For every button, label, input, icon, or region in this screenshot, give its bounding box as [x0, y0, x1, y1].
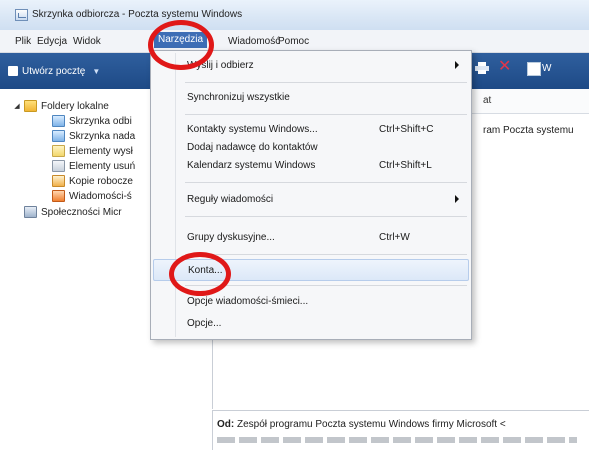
from-label: Od:	[217, 419, 235, 430]
tree-label: Wiadomości-ś	[69, 190, 132, 202]
menu-item-options[interactable]: Opcje...	[153, 313, 469, 335]
tree-label: Skrzynka odbi	[69, 115, 132, 127]
menu-item-shortcut: Ctrl+W	[379, 232, 410, 243]
tree-local-folders[interactable]: ◢ Foldery lokalne	[14, 99, 109, 113]
deleted-items-icon	[52, 160, 65, 172]
window-icon[interactable]	[527, 62, 541, 76]
menu-item-calendar[interactable]: Kalendarz systemu Windows Ctrl+Shift+L	[153, 155, 469, 177]
printer-icon[interactable]	[475, 62, 489, 74]
tree-communities[interactable]: Społeczności Micr	[24, 205, 122, 219]
menu-edycja[interactable]: Edycja	[37, 36, 67, 47]
preview-text-line	[217, 437, 577, 443]
outbox-icon	[52, 130, 65, 142]
create-mail-label: Utwórz pocztę	[22, 65, 86, 77]
tree-label: Foldery lokalne	[41, 100, 109, 112]
menu-pomoc[interactable]: Pomoc	[278, 36, 309, 47]
chevron-down-icon[interactable]: ▼	[92, 67, 100, 76]
expand-arrow-icon[interactable]: ◢	[14, 102, 20, 110]
tree-sent[interactable]: Elementy wysł	[52, 144, 133, 158]
menu-item-label: Kontakty systemu Windows...	[187, 124, 318, 135]
annotation-circle-tools-menu	[148, 20, 214, 70]
menu-item-sync-all[interactable]: Synchronizuj wszystkie	[153, 87, 469, 109]
menu-item-label: Opcje...	[187, 318, 222, 329]
menu-separator	[185, 254, 467, 255]
submenu-arrow-icon	[455, 195, 459, 203]
menu-item-shortcut: Ctrl+Shift+C	[379, 124, 434, 135]
menu-item-message-rules[interactable]: Reguły wiadomości	[153, 189, 469, 211]
row-cell: ram Poczta systemu	[483, 125, 574, 136]
tree-label: Elementy wysł	[69, 145, 133, 157]
folder-icon	[24, 100, 37, 112]
tree-deleted[interactable]: Elementy usuń	[52, 159, 135, 173]
new-mail-icon	[8, 66, 18, 76]
menu-wiadomosc[interactable]: Wiadomość	[228, 36, 280, 47]
menu-item-label: Kalendarz systemu Windows	[187, 160, 316, 171]
mail-app-icon	[15, 9, 28, 21]
menu-separator	[185, 285, 467, 286]
menu-item-label: Grupy dyskusyjne...	[187, 232, 275, 243]
menu-item-newsgroups[interactable]: Grupy dyskusyjne... Ctrl+W	[153, 227, 469, 249]
menu-widok[interactable]: Widok	[73, 36, 101, 47]
tree-label: Kopie robocze	[69, 175, 133, 187]
delete-icon[interactable]: ✕	[498, 59, 511, 75]
tree-drafts[interactable]: Kopie robocze	[52, 174, 133, 188]
communities-icon	[24, 206, 37, 218]
tree-outbox[interactable]: Skrzynka nada	[52, 129, 135, 143]
folder-pane: ◢ Foldery lokalne Skrzynka odbi Skrzynka…	[0, 89, 150, 449]
menu-separator	[185, 182, 467, 183]
inbox-icon	[52, 115, 65, 127]
from-value: Zespół programu Poczta systemu Windows f…	[237, 419, 506, 430]
drafts-icon	[52, 175, 65, 187]
tree-label: Społeczności Micr	[41, 206, 122, 218]
tools-dropdown-menu: Wyślij i odbierz Synchronizuj wszystkie …	[150, 50, 472, 340]
menu-item-label: Dodaj nadawcę do kontaktów	[187, 142, 318, 153]
annotation-circle-accounts	[169, 252, 231, 296]
menu-plik[interactable]: Plik	[15, 36, 31, 47]
preview-from: Od: Zespół programu Poczta systemu Windo…	[217, 419, 506, 430]
tree-label: Skrzynka nada	[69, 130, 136, 142]
window-title: Skrzynka odbiorcza - Poczta systemu Wind…	[32, 9, 243, 20]
create-mail-button[interactable]: Utwórz pocztę ▼	[8, 63, 100, 79]
menu-separator	[185, 82, 467, 83]
preview-pane: Od: Zespół programu Poczta systemu Windo…	[212, 410, 589, 450]
junk-mail-icon	[52, 190, 65, 202]
menu-item-label: Opcje wiadomości-śmieci...	[187, 296, 309, 307]
tree-junk[interactable]: Wiadomości-ś	[52, 189, 132, 203]
menu-separator	[185, 216, 467, 217]
menu-item-label: Reguły wiadomości	[187, 194, 274, 205]
tree-inbox[interactable]: Skrzynka odbi	[52, 114, 132, 128]
menu-item-shortcut: Ctrl+Shift+L	[379, 160, 432, 171]
sent-items-icon	[52, 145, 65, 157]
submenu-arrow-icon	[455, 61, 459, 69]
menu-separator	[185, 114, 467, 115]
column-header[interactable]: at	[483, 95, 491, 106]
tree-label: Elementy usuń	[69, 160, 136, 172]
menu-item-label: Synchronizuj wszystkie	[187, 92, 290, 103]
title-bar: Skrzynka odbiorcza - Poczta systemu Wind…	[0, 0, 589, 30]
toolbar-right-label[interactable]: W	[542, 63, 551, 74]
